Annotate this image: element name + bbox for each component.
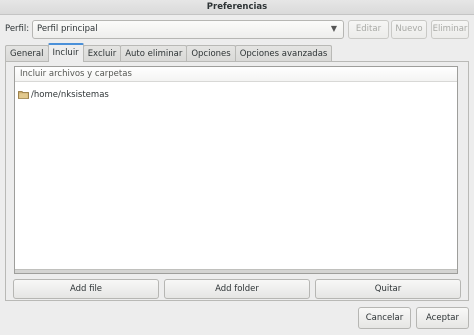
include-panel: Incluir archivos y carpetas /home/nksist… — [5, 61, 469, 301]
profile-select-value: Perfil principal — [37, 24, 98, 34]
window-title: Preferencias — [0, 0, 474, 15]
accept-button[interactable]: Aceptar — [416, 307, 469, 329]
add-folder-button[interactable]: Add folder — [164, 279, 310, 299]
profile-label: Perfil: — [5, 24, 30, 34]
horizontal-scrollbar[interactable] — [15, 269, 457, 273]
tab-incluir[interactable]: Incluir — [47, 43, 84, 62]
include-list[interactable]: Incluir archivos y carpetas /home/nksist… — [14, 66, 458, 274]
remove-button[interactable]: Quitar — [315, 279, 461, 299]
profile-select[interactable]: Perfil principal ▼ — [32, 20, 344, 39]
tab-general[interactable]: General — [5, 45, 49, 62]
list-item-path: /home/nksistemas — [31, 89, 109, 100]
tab-opciones-avanzadas[interactable]: Opciones avanzadas — [234, 45, 333, 62]
delete-profile-button[interactable]: Eliminar — [431, 20, 469, 39]
tab-bar: General Incluir Excluir Auto eliminar Op… — [5, 43, 333, 62]
chevron-down-icon: ▼ — [330, 24, 338, 33]
edit-profile-button[interactable]: Editar — [348, 20, 389, 39]
list-item[interactable]: /home/nksistemas — [18, 88, 109, 101]
cancel-button[interactable]: Cancelar — [358, 307, 411, 329]
new-profile-button[interactable]: Nuevo — [391, 20, 427, 39]
folder-icon — [18, 90, 29, 99]
tab-opciones[interactable]: Opciones — [186, 45, 236, 62]
include-list-header[interactable]: Incluir archivos y carpetas — [15, 67, 457, 82]
add-file-button[interactable]: Add file — [13, 279, 159, 299]
tab-excluir[interactable]: Excluir — [82, 45, 122, 62]
tab-auto-eliminar[interactable]: Auto eliminar — [120, 45, 188, 62]
